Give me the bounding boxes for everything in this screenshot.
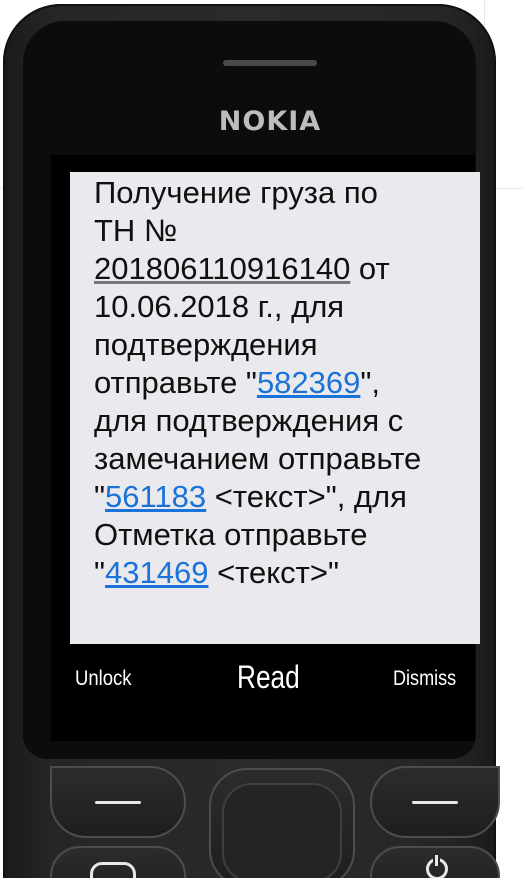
call-key[interactable] bbox=[50, 846, 186, 878]
left-selection-key[interactable] bbox=[50, 766, 186, 838]
mark-code-link[interactable]: 431469 bbox=[105, 555, 208, 590]
message-line: ТН № bbox=[94, 213, 178, 248]
message-line: 201806110916140 от bbox=[94, 250, 472, 288]
app-stage: NOKIA Получение груза по ТН № 2018061109… bbox=[0, 0, 523, 878]
confirm-code-link[interactable]: 582369 bbox=[257, 365, 360, 400]
message-line: замечанием отправьте bbox=[94, 441, 422, 476]
dash-icon bbox=[412, 801, 458, 804]
call-icon bbox=[90, 862, 136, 878]
navigation-center-key[interactable] bbox=[222, 783, 342, 878]
softkey-read[interactable]: Read bbox=[237, 659, 300, 696]
right-selection-key[interactable] bbox=[370, 766, 500, 838]
message-text: " bbox=[94, 479, 106, 514]
brand-logo: NOKIA bbox=[218, 106, 322, 137]
dash-icon bbox=[95, 801, 141, 804]
message-text: <текст>", для bbox=[206, 479, 407, 514]
message-text: отправьте " bbox=[94, 365, 257, 400]
message-text: ", bbox=[360, 365, 381, 400]
softkey-unlock[interactable]: Unlock bbox=[75, 667, 131, 691]
message-line: "561183 <текст>", для bbox=[94, 478, 472, 516]
message-line: 10.06.2018 г., для bbox=[94, 289, 345, 324]
message-text: " bbox=[94, 555, 106, 590]
power-icon bbox=[426, 855, 448, 878]
sms-message[interactable]: Получение груза по ТН № 201806110916140 … bbox=[70, 172, 480, 644]
message-line: подтверждения bbox=[94, 327, 318, 362]
end-power-key[interactable] bbox=[370, 846, 500, 878]
remark-code-link[interactable]: 561183 bbox=[105, 479, 206, 514]
document-number-link[interactable]: 201806110916140 bbox=[94, 251, 350, 286]
message-line: Получение груза по bbox=[94, 175, 378, 210]
softkey-dismiss[interactable]: Dismiss bbox=[393, 667, 456, 691]
message-line: отправьте "582369", bbox=[94, 364, 472, 402]
message-text: от bbox=[350, 251, 390, 286]
message-line: для подтверждения с bbox=[94, 403, 404, 438]
message-text: <текст>" bbox=[208, 555, 339, 590]
message-line: "431469 <текст>" bbox=[94, 554, 472, 592]
softkey-bar: Unlock Read Dismiss bbox=[51, 655, 475, 703]
earpiece-speaker bbox=[223, 60, 317, 66]
message-line: Отметка отправьте bbox=[94, 517, 368, 552]
